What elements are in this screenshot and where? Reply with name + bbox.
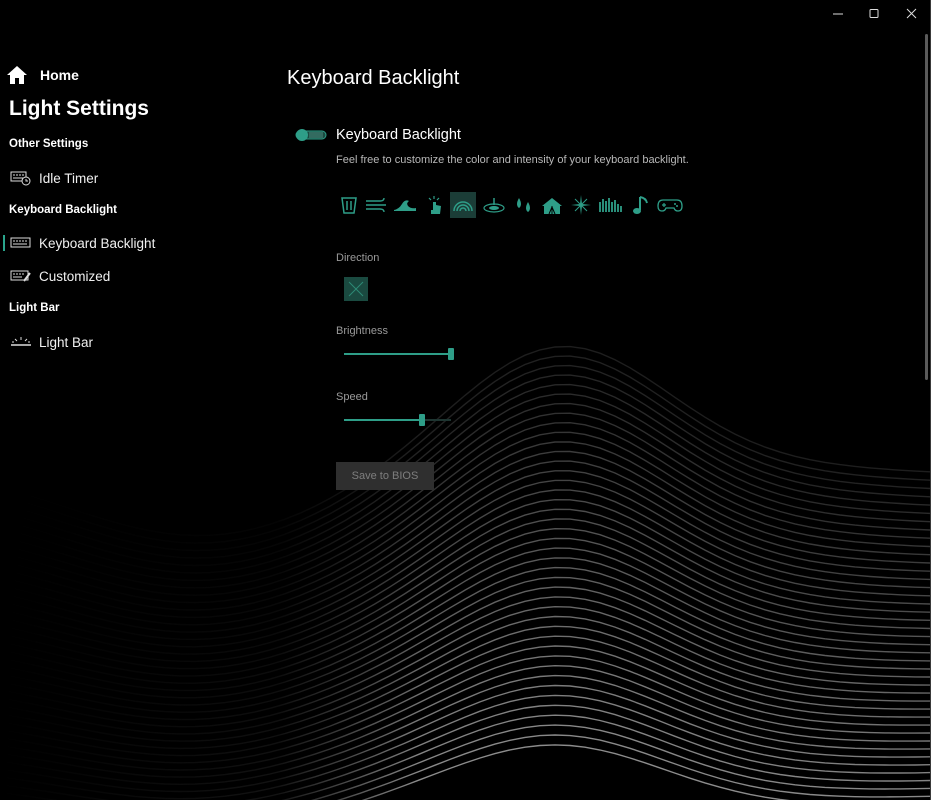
- minimize-icon: [833, 13, 843, 15]
- sidebar-item-label: Customized: [39, 268, 111, 284]
- close-icon: [906, 8, 917, 19]
- direction-label: Direction: [336, 252, 380, 264]
- section-header-other-settings: Other Settings: [9, 138, 89, 150]
- game-controller-icon: [657, 199, 683, 212]
- static-icon: [341, 197, 357, 214]
- reactive-touch-icon: [428, 196, 441, 214]
- description-text: Feel free to customize the color and int…: [336, 154, 689, 166]
- sidebar-item-label: Keyboard Backlight: [39, 235, 156, 251]
- sidebar: Home Light Settings Other Settings Idle …: [0, 0, 260, 800]
- effect-music[interactable]: [628, 192, 654, 218]
- light-bar-icon: [11, 337, 31, 346]
- keyboard-edit-icon: [10, 270, 31, 282]
- home-icon: [7, 66, 27, 84]
- effect-starlight[interactable]: [568, 192, 594, 218]
- maximize-button[interactable]: [863, 6, 885, 22]
- circus-tent-icon: [542, 195, 562, 215]
- aurora-icon: [599, 198, 622, 212]
- breathing-wind-icon: [366, 197, 386, 213]
- effect-reactive[interactable]: [422, 192, 448, 218]
- sidebar-item-label: Idle Timer: [39, 170, 99, 186]
- section-header-light-bar: Light Bar: [9, 302, 60, 314]
- music-icon: [633, 196, 648, 214]
- ripple-icon: [483, 198, 505, 213]
- close-button[interactable]: [900, 6, 922, 22]
- effect-aurora[interactable]: [598, 192, 624, 218]
- effect-wave[interactable]: [392, 192, 418, 218]
- effect-circus[interactable]: [539, 192, 565, 218]
- home-label: Home: [40, 67, 79, 83]
- brightness-slider[interactable]: [344, 347, 454, 361]
- maximize-icon: [869, 9, 879, 18]
- effect-game[interactable]: [657, 192, 683, 218]
- effect-static[interactable]: [336, 192, 362, 218]
- slider-fill: [344, 419, 423, 421]
- scrollbar[interactable]: [925, 34, 928, 380]
- effect-rainbow[interactable]: [450, 192, 476, 218]
- save-to-bios-button[interactable]: Save to BIOS: [336, 462, 434, 490]
- disabled-x-icon: [348, 281, 364, 297]
- starlight-icon: [571, 195, 591, 215]
- slider-thumb[interactable]: [419, 414, 426, 426]
- keyboard-icon: [10, 237, 31, 248]
- effect-raindrop[interactable]: [511, 192, 537, 218]
- sidebar-title: Light Settings: [9, 97, 149, 120]
- effect-breathing[interactable]: [364, 192, 390, 218]
- section-header-keyboard-backlight: Keyboard Backlight: [9, 204, 117, 216]
- sidebar-item-label: Light Bar: [39, 334, 94, 350]
- effect-ripple[interactable]: [481, 192, 507, 218]
- speed-slider[interactable]: [344, 413, 451, 427]
- active-indicator: [3, 235, 5, 251]
- sidebar-item-idle-timer[interactable]: Idle Timer: [0, 164, 240, 192]
- page-title: Keyboard Backlight: [287, 67, 460, 89]
- sidebar-item-keyboard-backlight[interactable]: Keyboard Backlight: [0, 229, 240, 257]
- sidebar-item-light-bar[interactable]: Light Bar: [0, 328, 240, 356]
- keyboard-backlight-toggle[interactable]: [295, 128, 327, 142]
- rainbow-icon: [453, 201, 473, 212]
- speed-label: Speed: [336, 391, 368, 403]
- sidebar-item-customized[interactable]: Customized: [0, 262, 240, 290]
- minimize-button[interactable]: [827, 6, 849, 22]
- brightness-label: Brightness: [336, 325, 388, 337]
- slider-thumb[interactable]: [448, 348, 454, 360]
- home-link[interactable]: Home: [6, 64, 79, 86]
- raindrop-icon: [517, 198, 530, 212]
- direction-button[interactable]: [344, 277, 368, 301]
- slider-fill: [344, 353, 451, 355]
- idle-timer-icon: [10, 171, 31, 186]
- toggle-label: Keyboard Backlight: [336, 127, 461, 143]
- wave-icon: [394, 200, 416, 211]
